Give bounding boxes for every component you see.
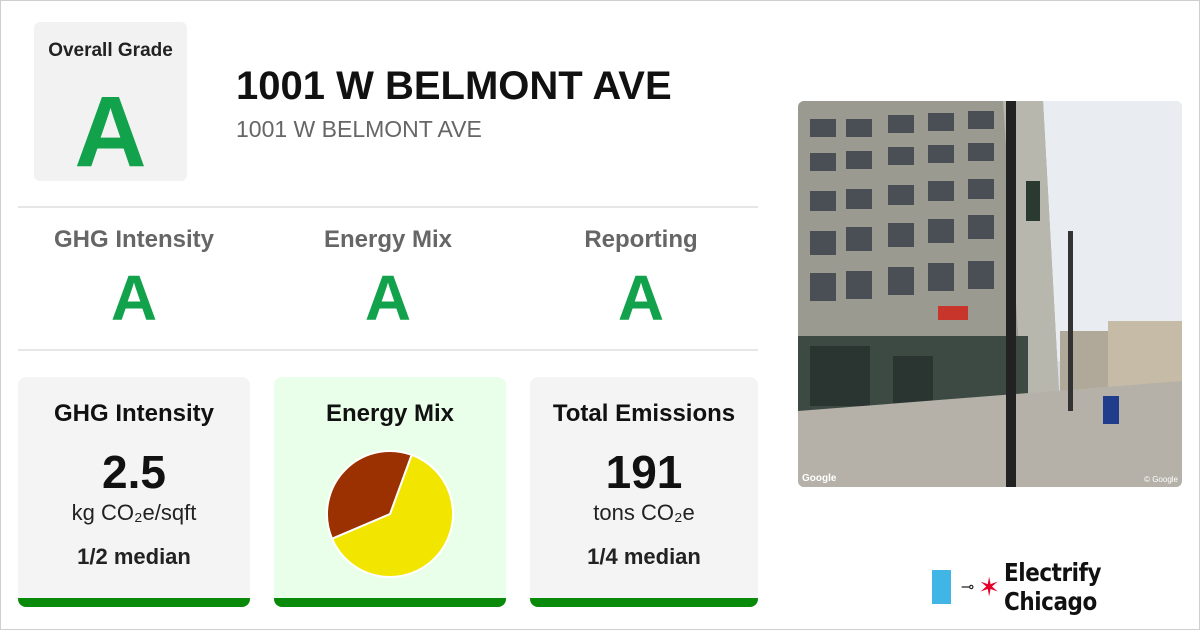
emissions-card-unit: tons CO₂e — [593, 500, 695, 525]
emissions-card-title: Total Emissions — [552, 400, 736, 427]
ghg-card-value: 2.5 — [102, 446, 166, 498]
subgrade-ghg: GHG Intensity A — [14, 226, 254, 330]
google-watermark: Google — [802, 473, 837, 484]
ghg-card-bar — [18, 598, 250, 607]
overall-grade-value: A — [74, 76, 147, 188]
chicago-flag-icon — [932, 570, 951, 604]
subgrade-energy-mix: Energy Mix A — [268, 226, 508, 330]
ghg-intensity-card: GHG Intensity 2.5 kg CO₂e/sqft 1/2 media… — [18, 377, 250, 607]
divider-middle — [18, 349, 758, 351]
total-emissions-card: Total Emissions 191 tons CO₂e 1/4 median — [530, 377, 758, 607]
subgrade-reporting-label: Reporting — [584, 226, 698, 253]
subgrade-reporting-grade: A — [617, 262, 665, 334]
energy-mix-card: Energy Mix — [274, 377, 506, 607]
building-address: 1001 W BELMONT AVE — [236, 116, 482, 142]
subgrade-energy-mix-label: Energy Mix — [323, 226, 453, 253]
street-view-image — [798, 101, 1182, 487]
emissions-card-value: 191 — [605, 446, 683, 498]
ghg-card-title: GHG Intensity — [53, 400, 215, 427]
mix-card-bar — [274, 598, 506, 607]
overall-grade-label: Overall Grade — [48, 40, 173, 61]
divider-top — [18, 206, 758, 208]
ghg-card-unit: kg CO₂e/sqft — [71, 500, 197, 525]
emissions-card-bar — [530, 598, 758, 607]
plug-icon: ⊸ — [960, 579, 975, 596]
red-star-icon: ✶ — [978, 572, 1001, 602]
building-street-view-photo: Google © Google — [798, 101, 1182, 487]
mix-card-title: Energy Mix — [325, 400, 455, 427]
subgrade-energy-mix-grade: A — [364, 262, 412, 334]
ghg-card-median: 1/2 median — [77, 544, 191, 569]
subgrade-reporting: Reporting A — [521, 226, 761, 330]
subgrade-ghg-grade: A — [110, 262, 158, 334]
brand-name: Electrify Chicago — [1004, 558, 1102, 616]
building-name: 1001 W BELMONT AVE — [236, 64, 672, 108]
emissions-card-median: 1/4 median — [587, 544, 701, 569]
electrify-chicago-logo[interactable]: ⊸ ✶ Electrify Chicago — [932, 558, 1200, 616]
overall-grade-box: Overall Grade A — [34, 22, 187, 188]
energy-mix-pie-chart — [326, 450, 454, 578]
google-copyright: © Google — [1144, 475, 1178, 484]
subgrade-ghg-label: GHG Intensity — [53, 226, 215, 253]
